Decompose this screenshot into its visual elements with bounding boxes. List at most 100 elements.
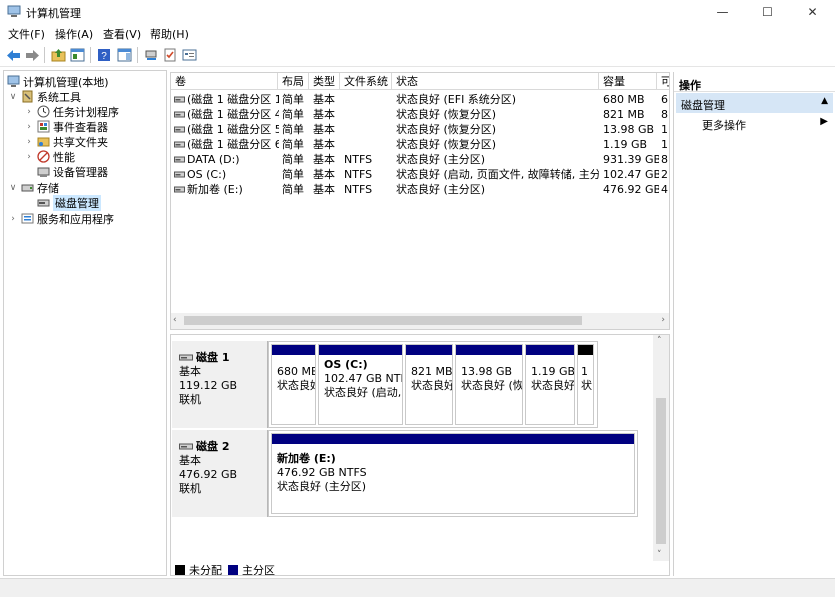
partition-size: 821 MB [411,365,453,378]
menu-action[interactable]: 操作(A) [55,26,93,42]
tree-item-performance[interactable]: › 性能 [24,149,75,164]
device-manager-icon [37,167,50,177]
tree-item-disk-management[interactable]: 磁盘管理 [37,194,101,211]
tree-item-storage[interactable]: ∨ 存储 [8,180,59,195]
volume-cell-capacity: 13.98 GB [603,123,655,136]
column-header-type[interactable]: 类型 [309,73,340,90]
volume-cell-fs: NTFS [344,183,373,196]
tree-label: 服务和应用程序 [37,212,114,226]
column-header-capacity[interactable]: 容量 [599,73,657,90]
back-button[interactable] [4,46,22,64]
back-arrow-icon [6,49,20,61]
volume-cell-fs: NTFS [344,153,373,166]
event-viewer-icon [37,120,50,133]
volume-cell-capacity: 931.39 GB [603,153,659,166]
partition-recovery-5[interactable]: 13.98 GB 状态良好 (恢 [455,344,523,425]
expand-icon[interactable]: › [24,137,34,147]
connect-button[interactable] [142,46,160,64]
partition-e[interactable]: 新加卷 (E:) 476.92 GB NTFS 状态良好 (主分区) [271,433,635,514]
checklist-button[interactable] [161,46,179,64]
tree-item-shared-folders[interactable]: › 共享文件夹 [24,134,108,149]
disk-1-label[interactable]: 磁盘 1 基本 119.12 GB 联机 [172,341,268,428]
volume-cell-capacity: 476.92 GB [603,183,659,196]
expand-icon[interactable]: › [8,214,18,224]
volume-cell-status: 状态良好 (主分区) [396,153,486,166]
volume-cell-free: 6 [661,93,668,106]
volume-row[interactable]: OS (C:) 简单 基本 NTFS 状态良好 (启动, 页面文件, 故障转储, 主分区… [171,167,669,182]
partition-type-bar [526,345,574,355]
maximize-icon: ☐ [762,5,773,19]
actions-group-disk-management[interactable]: 磁盘管理 ▲ [676,93,833,113]
partition-efi[interactable]: 680 MB状态良好 [271,344,316,425]
volume-icon [174,111,185,118]
scroll-up-icon[interactable]: ˄ [657,336,662,346]
volume-cell-vol: (磁盘 1 磁盘分区 1) [187,93,279,106]
partition-unallocated[interactable]: 1状 [577,344,594,425]
toolbar-separator [44,47,45,63]
column-header-status[interactable]: 状态 [392,73,599,90]
tree-item-device-manager[interactable]: 设备管理器 [37,164,108,179]
volume-icon [174,126,185,133]
expand-icon[interactable]: › [24,107,34,117]
tree-item-task-scheduler[interactable]: › 任务计划程序 [24,104,119,119]
column-header-filesystem[interactable]: 文件系统 [340,73,392,90]
show-hide-tree-button[interactable] [68,46,86,64]
volume-row[interactable]: (磁盘 1 磁盘分区 1) 简单 基本 状态良好 (EFI 系统分区) 680 MB 6 [171,92,669,107]
properties-button[interactable] [180,46,198,64]
maximize-button[interactable]: ☐ [745,0,790,24]
menu-file[interactable]: 文件(F) [8,26,45,42]
expand-icon[interactable]: › [24,122,34,132]
help-button[interactable]: ? [95,46,113,64]
collapse-icon[interactable]: ∨ [8,92,18,102]
partition-size: 1 [581,365,588,378]
volume-cell-free: 8 [661,108,668,121]
vertical-scrollbar[interactable]: ˄ ˅ [653,335,669,561]
column-header-volume[interactable]: 卷 [171,73,278,90]
horizontal-scrollbar[interactable]: ‹ › [171,313,669,329]
partition-type-bar [406,345,452,355]
expand-icon[interactable]: › [24,152,34,162]
column-header-layout[interactable]: 布局 [278,73,309,90]
tree-item-computer-management[interactable]: 计算机管理(本地) [7,74,109,89]
scroll-down-icon[interactable]: ˅ [657,550,662,560]
show-hide-tree-icon [70,48,84,62]
volume-cell-vol: DATA (D:) [187,153,240,166]
tree-item-event-viewer[interactable]: › 事件查看器 [24,119,108,134]
partition-recovery-4[interactable]: 821 MB 状态良好 [405,344,453,425]
minimize-button[interactable]: — [700,0,745,24]
show-hide-action-pane-button[interactable] [115,46,133,64]
collapse-up-icon[interactable]: ▲ [821,96,828,106]
scroll-left-icon[interactable]: ‹ [173,315,177,325]
column-header-free[interactable]: 可 [657,73,669,90]
up-one-level-button[interactable] [49,46,67,64]
volume-row[interactable]: 新加卷 (E:) 简单 基本 NTFS 状态良好 (主分区) 476.92 GB 4 [171,182,669,197]
volume-cell-capacity: 102.47 GB [603,168,659,181]
menu-help[interactable]: 帮助(H) [150,26,189,42]
disk-size: 476.92 GB [179,468,238,481]
scroll-right-icon[interactable]: › [661,315,665,325]
partition-recovery-6[interactable]: 1.19 GB 状态良好 [525,344,575,425]
forward-arrow-icon [25,49,39,61]
volume-row[interactable]: (磁盘 1 磁盘分区 5) 简单 基本 状态良好 (恢复分区) 13.98 GB 1 [171,122,669,137]
close-button[interactable]: ✕ [790,0,835,24]
volume-row[interactable]: (磁盘 1 磁盘分区 4) 简单 基本 状态良好 (恢复分区) 821 MB 8 [171,107,669,122]
volume-row[interactable]: (磁盘 1 磁盘分区 6) 简单 基本 状态良好 (恢复分区) 1.19 GB 1 [171,137,669,152]
volume-cell-capacity: 821 MB [603,108,645,121]
partition-type-bar [272,345,315,355]
title-bar: 计算机管理 — ☐ ✕ [0,0,835,24]
disk-2-label[interactable]: 磁盘 2 基本 476.92 GB 联机 [172,430,268,517]
disk-state: 联机 [179,482,201,495]
collapse-icon[interactable]: ∨ [8,183,18,193]
volume-row[interactable]: DATA (D:) 简单 基本 NTFS 状态良好 (主分区) 931.39 GB 8 [171,152,669,167]
tree-item-services-applications[interactable]: › 服务和应用程序 [8,211,114,226]
menu-view[interactable]: 查看(V) [103,26,141,42]
partition-os-c[interactable]: OS (C:) 102.47 GB NTF 状态良好 (启动, [318,344,403,425]
more-actions-item[interactable]: 更多操作 ▶ [676,113,833,133]
scrollbar-thumb[interactable] [656,398,666,544]
tree-item-system-tools[interactable]: ∨ 系统工具 [8,89,81,104]
forward-button[interactable] [23,46,41,64]
legend-swatch-unallocated [175,565,185,575]
scrollbar-thumb[interactable] [184,316,582,325]
volume-cell-free: 4 [661,183,668,196]
actions-header: 操作 [674,72,835,92]
